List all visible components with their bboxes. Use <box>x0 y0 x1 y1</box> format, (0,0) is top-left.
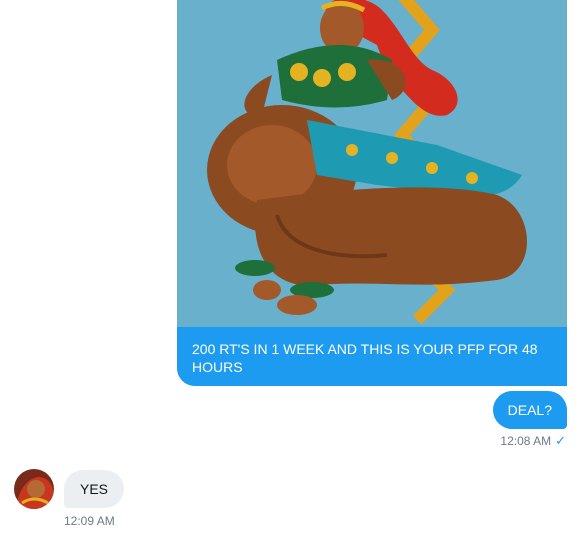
media-message[interactable]: 200 RT'S IN 1 WEEK AND THIS IS YOUR PFP … <box>177 0 567 386</box>
outgoing-message-bubble[interactable]: DEAL? <box>492 391 567 429</box>
outgoing-timestamp: 12:08 AM <box>500 434 552 448</box>
user-avatar-icon <box>14 469 54 509</box>
incoming-timestamp: 12:09 AM <box>64 514 115 528</box>
outgoing-message-text: DEAL? <box>507 402 552 418</box>
media-caption: 200 RT'S IN 1 WEEK AND THIS IS YOUR PFP … <box>177 327 567 386</box>
shared-image[interactable] <box>177 0 567 327</box>
incoming-message-text: YES <box>80 481 109 497</box>
sender-avatar[interactable] <box>14 469 54 509</box>
incoming-message-bubble[interactable]: YES <box>64 470 125 508</box>
check-icon: ✓ <box>555 433 566 448</box>
outgoing-message-meta: 12:08 AM ✓ <box>500 433 566 449</box>
